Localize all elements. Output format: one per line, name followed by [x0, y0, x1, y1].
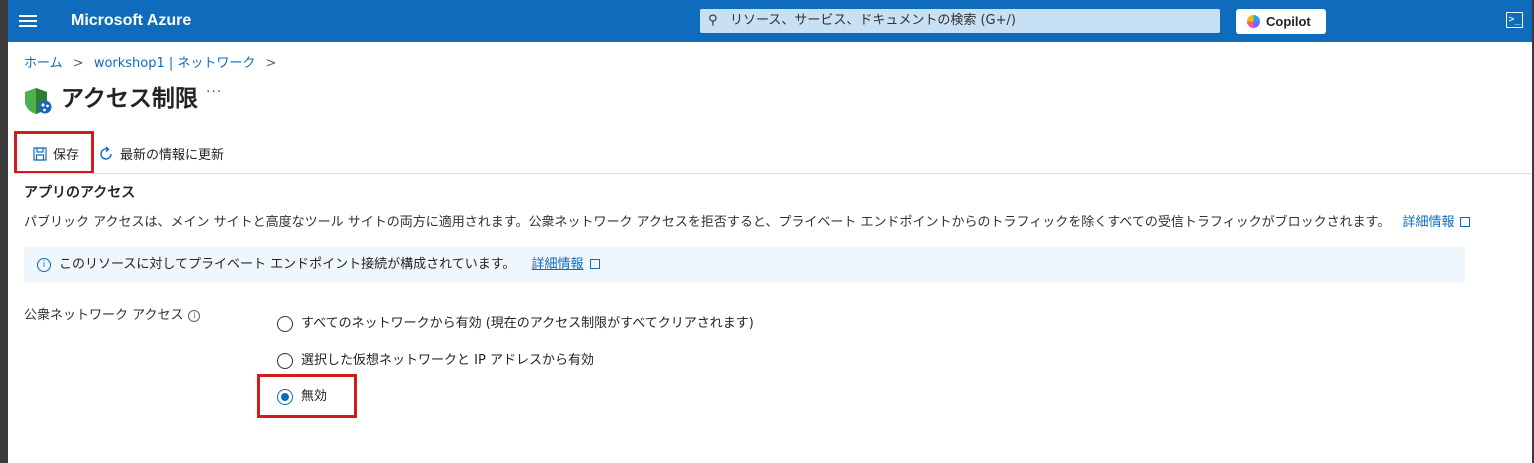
copilot-icon — [1247, 15, 1260, 28]
info-banner-text: このリソースに対してプライベート エンドポイント接続が構成されています。 — [59, 257, 516, 272]
page-title: アクセス制限 — [61, 86, 198, 112]
section-title: アプリのアクセス — [24, 185, 136, 201]
radio-label: すべてのネットワークから有効 (現在のアクセス制限がすべてクリアされます) — [301, 316, 754, 331]
copilot-label: Copilot — [1266, 14, 1311, 29]
refresh-button[interactable]: 最新の情報に更新 — [98, 146, 224, 166]
radio-button[interactable] — [277, 352, 293, 369]
info-learn-more-link[interactable]: 詳細情報 — [532, 257, 600, 272]
radio-button[interactable] — [277, 315, 293, 332]
public-network-access-label: 公衆ネットワーク アクセス i — [24, 304, 201, 323]
window-frame-left — [0, 0, 8, 463]
portal-brand[interactable]: Microsoft Azure — [71, 12, 191, 30]
info-icon: i — [37, 258, 51, 272]
radio-label: 選択した仮想ネットワークと IP アドレスから有効 — [301, 353, 594, 368]
top-navigation-bar: Microsoft Azure ⚲ リソース、サービス、ドキュメントの検索 (G… — [8, 0, 1532, 42]
disabled-option-highlight-box — [257, 374, 357, 418]
section-description: パブリック アクセスは、メイン サイトと高度なツール サイトの両方に適用されます… — [24, 211, 1471, 230]
toolbar-divider — [14, 173, 1532, 174]
breadcrumb-networking[interactable]: workshop1 | ネットワーク — [94, 56, 256, 71]
external-link-icon — [1460, 217, 1471, 227]
radio-option-selected-networks[interactable]: 選択した仮想ネットワークと IP アドレスから有効 — [277, 349, 594, 369]
description-text: パブリック アクセスは、メイン サイトと高度なツール サイトの両方に適用されます… — [24, 215, 1391, 230]
external-link-icon — [589, 259, 600, 269]
access-restriction-shield-icon — [25, 88, 52, 114]
cloud-shell-icon[interactable]: >_ — [1506, 12, 1523, 28]
search-icon: ⚲ — [708, 13, 718, 28]
save-highlight-box — [14, 131, 94, 174]
breadcrumb: ホーム > workshop1 | ネットワーク > — [24, 52, 282, 71]
info-banner-content: このリソースに対してプライベート エンドポイント接続が構成されています。 詳細情… — [59, 247, 600, 283]
breadcrumb-separator-icon: > — [265, 56, 277, 71]
breadcrumb-home[interactable]: ホーム — [24, 56, 63, 71]
info-tooltip-icon[interactable]: i — [188, 310, 201, 322]
copilot-button[interactable]: Copilot — [1236, 9, 1326, 34]
global-search-input[interactable]: ⚲ リソース、サービス、ドキュメントの検索 (G+/) — [700, 9, 1220, 33]
learn-more-label: 詳細情報 — [1402, 215, 1455, 230]
hamburger-menu-icon[interactable] — [19, 12, 37, 30]
info-banner: i このリソースに対してプライベート エンドポイント接続が構成されています。 詳… — [24, 247, 1465, 283]
search-placeholder: リソース、サービス、ドキュメントの検索 (G+/) — [730, 13, 1016, 28]
refresh-label: 最新の情報に更新 — [120, 148, 225, 163]
public-network-access-text: 公衆ネットワーク アクセス — [24, 308, 184, 323]
info-learn-more-label: 詳細情報 — [531, 257, 584, 272]
refresh-icon — [100, 146, 112, 160]
learn-more-link[interactable]: 詳細情報 — [1402, 215, 1471, 230]
more-options-icon[interactable]: ··· — [206, 84, 222, 100]
radio-option-all-networks[interactable]: すべてのネットワークから有効 (現在のアクセス制限がすべてクリアされます) — [277, 312, 754, 332]
breadcrumb-separator-icon: > — [72, 56, 84, 71]
